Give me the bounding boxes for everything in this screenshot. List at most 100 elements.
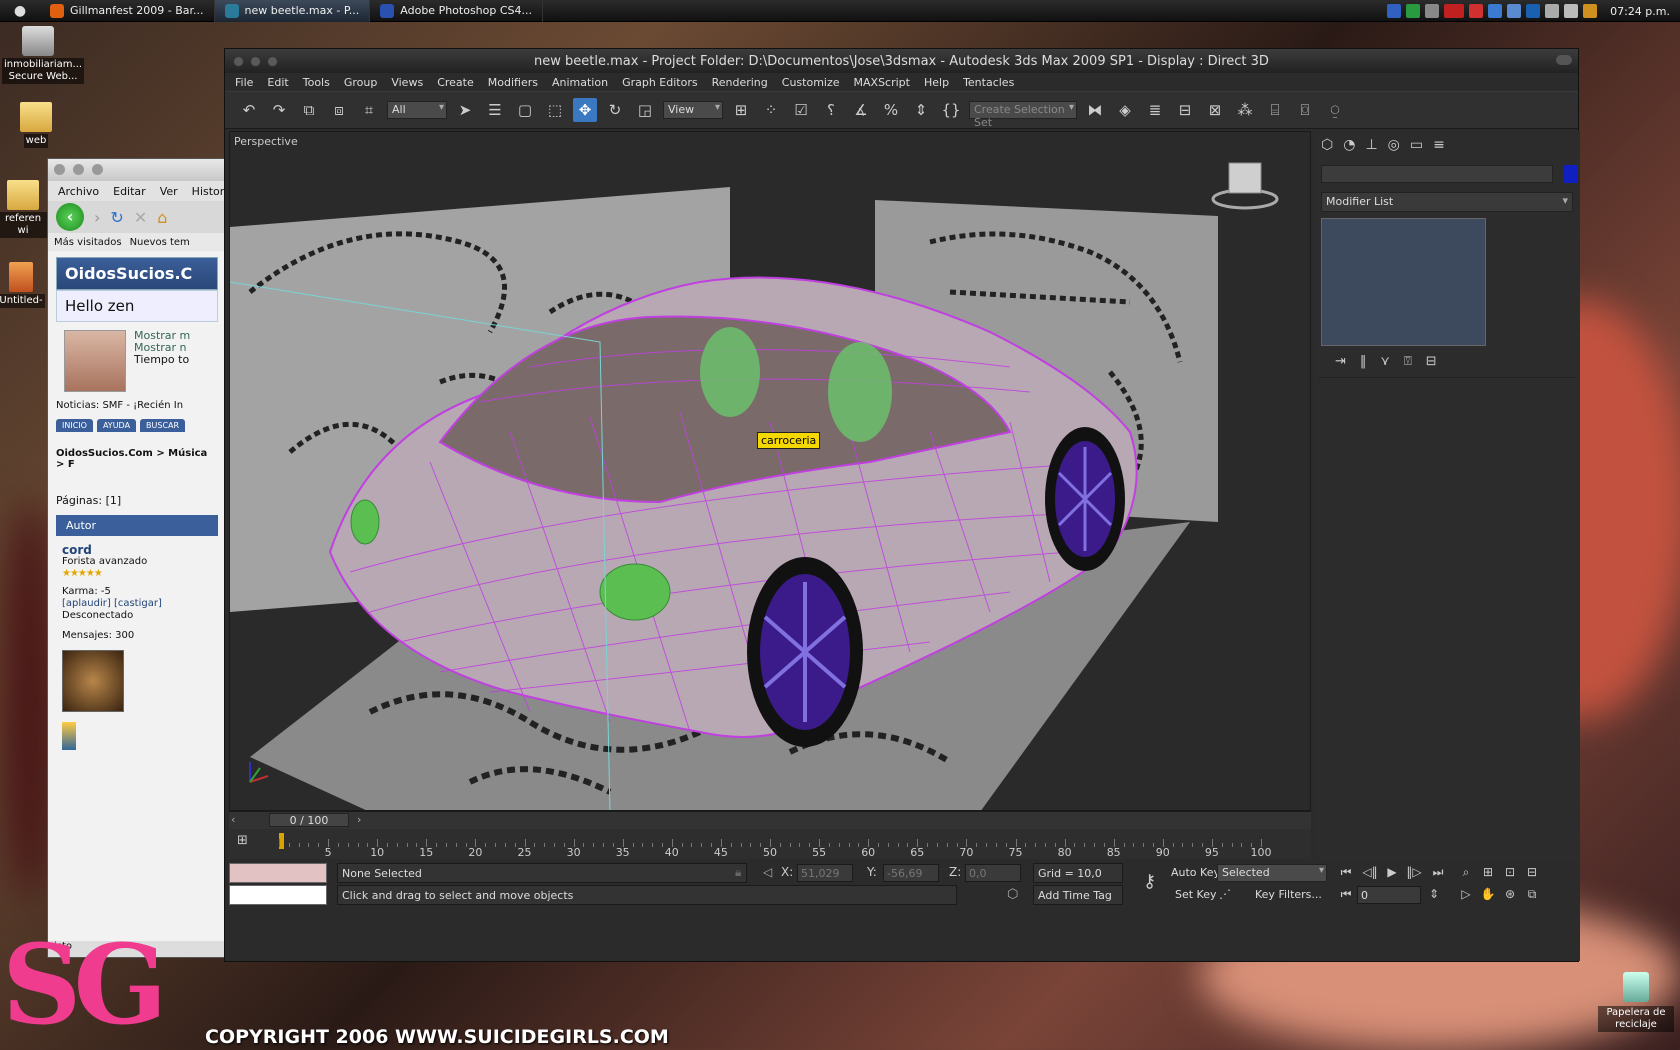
pin-stack-icon[interactable]: ⇥ <box>1335 354 1346 369</box>
zoom-extents-all-icon[interactable]: ⊟ <box>1521 865 1543 879</box>
volume-icon[interactable] <box>1564 4 1579 18</box>
lock-selection-icon[interactable]: 🔒︎ <box>735 865 741 880</box>
window-crossing-icon[interactable]: ⬚ <box>543 98 567 122</box>
unlink-icon[interactable]: ⧈ <box>327 98 351 122</box>
karma-links[interactable]: [aplaudir] [castigar] <box>62 598 212 610</box>
show-end-result-icon[interactable]: ‖ <box>1360 354 1367 369</box>
select-manipulate-icon[interactable]: ⁘ <box>759 98 783 122</box>
select-object-icon[interactable]: ➤ <box>453 98 477 122</box>
y-coordinate-field[interactable]: -56,69 <box>883 864 939 882</box>
set-key-icon[interactable]: ⚷ <box>1143 871 1156 892</box>
pan-icon[interactable]: ✋ <box>1477 887 1499 901</box>
minimize-icon[interactable] <box>73 164 84 175</box>
menu-tentacles[interactable]: Tentacles <box>963 76 1014 89</box>
track-bar[interactable]: ⊞ 5 10 15 20 25 30 35 40 45 50 55 60 65 70 75 80 85 90 95 1… <box>229 829 1311 859</box>
tray-icon[interactable] <box>1507 4 1522 18</box>
tray-icon[interactable] <box>1469 4 1484 18</box>
zoom-all-icon[interactable]: ⊞ <box>1477 865 1499 879</box>
motion-tab-icon[interactable]: ◎ <box>1388 137 1400 153</box>
menu-group[interactable]: Group <box>344 76 378 89</box>
schematic-view-icon[interactable]: ⊠ <box>1203 98 1227 122</box>
mini-curve-editor-icon[interactable]: ⊞ <box>237 833 248 848</box>
angle-snap-icon[interactable]: ∡ <box>849 98 873 122</box>
menu-rendering[interactable]: Rendering <box>712 76 768 89</box>
keyboard-shortcut-override-icon[interactable]: ☑ <box>789 98 813 122</box>
link-icon[interactable]: ⧉ <box>297 98 321 122</box>
stop-icon[interactable]: ✕ <box>134 208 147 227</box>
select-and-rotate-icon[interactable]: ↻ <box>603 98 627 122</box>
snaps-toggle-icon[interactable]: ⸮ <box>819 98 843 122</box>
desktop-icon[interactable]: Untitled- <box>0 262 46 308</box>
current-frame-field[interactable]: 0 <box>1357 886 1421 904</box>
set-key-button[interactable]: Set Key <box>1171 885 1221 905</box>
slider-left-arrow-icon[interactable]: ‹ <box>231 813 235 826</box>
redo-icon[interactable]: ↷ <box>267 98 291 122</box>
tab-ayuda[interactable]: AYUDA <box>96 419 137 432</box>
layer-manager-icon[interactable]: ≣ <box>1143 98 1167 122</box>
make-unique-icon[interactable]: ⋎ <box>1380 354 1390 369</box>
menu-file[interactable]: File <box>235 76 253 89</box>
back-button[interactable]: ‹ <box>56 203 84 231</box>
home-icon[interactable]: ⌂ <box>157 208 167 227</box>
modifier-stack[interactable] <box>1321 218 1486 346</box>
select-and-move-icon[interactable]: ✥ <box>573 98 597 122</box>
menu-item[interactable]: Editar <box>113 185 146 198</box>
author-name[interactable]: cord <box>62 544 212 556</box>
maximize-viewport-icon[interactable]: ⧉ <box>1521 887 1543 902</box>
rectangular-selection-icon[interactable]: ▢ <box>513 98 537 122</box>
tray-icon[interactable] <box>1488 4 1503 18</box>
previous-frame-icon[interactable]: ◁‖ <box>1359 865 1381 879</box>
percent-snap-icon[interactable]: % <box>879 98 903 122</box>
tray-icon[interactable] <box>1425 4 1440 18</box>
z-coordinate-field[interactable]: 0,0 <box>965 864 1021 882</box>
menu-create[interactable]: Create <box>437 76 474 89</box>
menu-help[interactable]: Help <box>924 76 949 89</box>
pagination[interactable]: Páginas: [1] <box>56 494 218 507</box>
configure-sets-icon[interactable]: ⊟ <box>1426 354 1437 369</box>
forward-icon[interactable]: › <box>94 208 100 227</box>
ati-icon[interactable] <box>1444 4 1465 18</box>
time-slider-thumb[interactable]: 0 / 100 <box>269 813 349 827</box>
desktop-icon[interactable]: inmobiliariam... Secure Web... <box>2 26 85 84</box>
auto-key-button[interactable]: Auto Key <box>1167 863 1224 883</box>
tray-icon[interactable] <box>1526 4 1541 18</box>
site-title[interactable]: OidosSucios.C <box>56 257 218 290</box>
add-time-tag[interactable]: Add Time Tag <box>1033 885 1123 905</box>
object-name-field[interactable] <box>1321 165 1553 183</box>
curve-editor-icon[interactable]: ⊟ <box>1173 98 1197 122</box>
zoom-icon[interactable]: ⌕ <box>1455 865 1477 880</box>
field-of-view-icon[interactable]: ▷ <box>1455 887 1477 901</box>
browser-titlebar[interactable] <box>48 159 226 181</box>
menu-animation[interactable]: Animation <box>552 76 608 89</box>
task-photoshop[interactable]: Adobe Photoshop CS4... <box>370 0 544 22</box>
perspective-viewport[interactable]: Perspective carroceria <box>229 131 1311 811</box>
menu-item[interactable]: Archivo <box>58 185 99 198</box>
align-icon[interactable]: ◈ <box>1113 98 1137 122</box>
bookmark-most-visited[interactable]: Más visitados <box>54 237 122 248</box>
undo-icon[interactable]: ↶ <box>237 98 261 122</box>
default-in-out-tangent-icon[interactable]: ⋰ <box>1219 887 1231 901</box>
window-titlebar[interactable]: new beetle.max - Project Folder: D:\Docu… <box>225 49 1578 73</box>
select-and-scale-icon[interactable]: ◲ <box>633 98 657 122</box>
menu-edit[interactable]: Edit <box>267 76 288 89</box>
tab-inicio[interactable]: INICIO <box>56 419 93 432</box>
apple-menu-icon[interactable]: ● <box>0 3 40 19</box>
tab-buscar[interactable]: BUSCAR <box>140 419 186 432</box>
tray-icon[interactable] <box>1387 4 1402 18</box>
modify-tab-icon[interactable]: ◔ <box>1343 137 1355 153</box>
desktop-icon[interactable]: web <box>0 102 72 148</box>
selection-filter[interactable]: All <box>387 101 447 119</box>
breadcrumb[interactable]: OidosSucios.Com > Música > F <box>56 448 218 470</box>
object-color-swatch[interactable] <box>1562 165 1577 183</box>
transform-gizmo-icon[interactable]: ⬡ <box>1007 887 1018 902</box>
slider-right-arrow-icon[interactable]: › <box>357 813 361 826</box>
toolbar-toggle-icon[interactable] <box>1556 55 1572 65</box>
key-mode-selection[interactable]: Selected <box>1217 864 1327 882</box>
viewport-label[interactable]: Perspective <box>234 135 298 148</box>
task-3dsmax[interactable]: new beetle.max - P... <box>214 0 371 22</box>
menu-maxscript[interactable]: MAXScript <box>854 76 910 89</box>
goto-start-icon[interactable]: ⏮ <box>1335 865 1357 880</box>
modifier-list[interactable]: Modifier List <box>1321 192 1573 212</box>
play-icon[interactable]: ▶ <box>1381 865 1403 879</box>
spinner-snap-icon[interactable]: ⇕ <box>909 98 933 122</box>
